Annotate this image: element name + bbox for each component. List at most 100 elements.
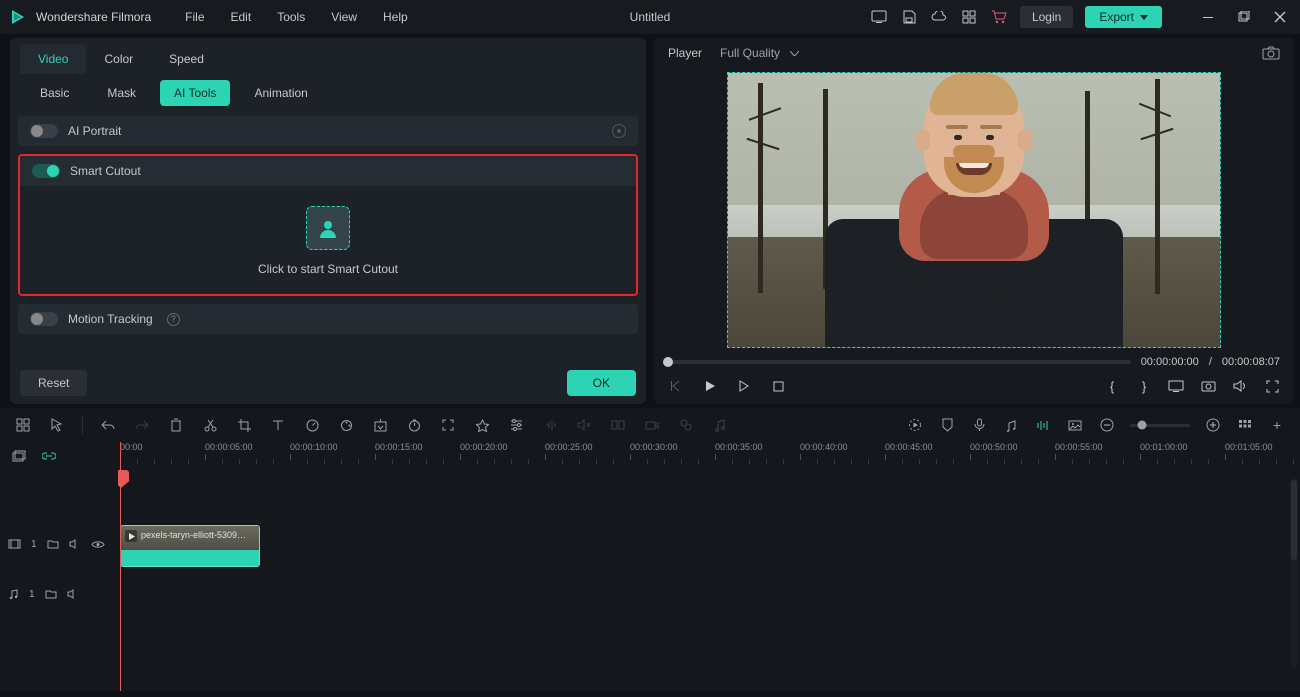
main-row: Video Color Speed Basic Mask AI Tools An… bbox=[0, 34, 1300, 408]
video-track-row[interactable]: pexels-taryn-elliott-5309351 bbox=[118, 518, 1300, 570]
cart-icon[interactable] bbox=[990, 8, 1008, 26]
menu-edit[interactable]: Edit bbox=[219, 6, 264, 28]
link-icon[interactable] bbox=[40, 447, 58, 465]
display-out-icon[interactable] bbox=[1168, 378, 1184, 394]
next-frame-button[interactable] bbox=[736, 378, 752, 394]
eye-icon[interactable] bbox=[91, 540, 105, 549]
smart-cutout-highlight: Smart Cutout Click to start Smart Cutout bbox=[18, 154, 638, 296]
crop-icon[interactable] bbox=[235, 416, 253, 434]
voiceover-icon[interactable] bbox=[970, 416, 988, 434]
smart-cutout-toggle[interactable] bbox=[32, 164, 60, 178]
subtab-animation[interactable]: Animation bbox=[240, 80, 321, 106]
chevron-down-icon bbox=[1140, 15, 1148, 20]
section-smart-cutout: Smart Cutout bbox=[20, 156, 636, 186]
mute-icon[interactable] bbox=[69, 539, 81, 549]
help-icon[interactable]: ? bbox=[167, 313, 180, 326]
menu-help[interactable]: Help bbox=[371, 6, 420, 28]
save-icon[interactable] bbox=[900, 8, 918, 26]
timeline-ruler[interactable]: 00:0000:00:05:0000:00:10:0000:00:15:0000… bbox=[118, 442, 1300, 470]
preview-canvas[interactable] bbox=[727, 72, 1221, 348]
tab-color[interactable]: Color bbox=[86, 44, 151, 74]
quality-dropdown[interactable]: Full Quality bbox=[720, 46, 799, 60]
adjust-icon[interactable] bbox=[507, 416, 525, 434]
mark-in-icon[interactable]: { bbox=[1104, 378, 1120, 394]
play-icon bbox=[125, 530, 137, 542]
auto-beat-icon[interactable] bbox=[1034, 416, 1052, 434]
folder-icon[interactable] bbox=[45, 589, 57, 599]
tab-video[interactable]: Video bbox=[20, 44, 86, 74]
marker-icon[interactable] bbox=[938, 416, 956, 434]
timeline-vscroll[interactable] bbox=[1290, 478, 1298, 668]
redo-icon[interactable] bbox=[133, 416, 151, 434]
reset-button[interactable]: Reset bbox=[20, 370, 87, 396]
ruler-tick: 00:01:05:00 bbox=[1225, 442, 1273, 460]
zoom-slider[interactable] bbox=[1130, 424, 1190, 427]
duration-icon[interactable] bbox=[405, 416, 423, 434]
minimize-button[interactable] bbox=[1201, 10, 1215, 24]
ai-portrait-reset-icon[interactable] bbox=[612, 124, 626, 138]
display-icon[interactable] bbox=[870, 8, 888, 26]
play-button[interactable] bbox=[702, 378, 718, 394]
color-tool-icon[interactable] bbox=[337, 416, 355, 434]
ruler-tick: 00:00:55:00 bbox=[1055, 442, 1103, 460]
export-button[interactable]: Export bbox=[1085, 6, 1162, 28]
audio-mix-icon bbox=[677, 416, 695, 434]
prev-frame-button[interactable] bbox=[668, 378, 684, 394]
timeline-toolbar-right: + bbox=[906, 416, 1286, 434]
smart-cutout-start-button[interactable] bbox=[306, 206, 350, 250]
timeline-options-icon[interactable] bbox=[1236, 416, 1254, 434]
video-clip[interactable]: pexels-taryn-elliott-5309351 bbox=[120, 525, 260, 567]
ok-button[interactable]: OK bbox=[567, 370, 636, 396]
ruler-tick: 00:00:20:00 bbox=[460, 442, 508, 460]
render-icon[interactable] bbox=[906, 416, 924, 434]
cursor-tool-icon[interactable] bbox=[48, 416, 66, 434]
thumbnail-icon[interactable] bbox=[1066, 416, 1084, 434]
add-track-icon[interactable]: + bbox=[1268, 416, 1286, 434]
subtab-mask[interactable]: Mask bbox=[93, 80, 150, 106]
timeline-track-headers: 1 1 bbox=[0, 442, 118, 691]
folder-icon[interactable] bbox=[47, 539, 59, 549]
menu-view[interactable]: View bbox=[319, 6, 369, 28]
zoom-out-icon[interactable] bbox=[1098, 416, 1116, 434]
text-icon[interactable] bbox=[269, 416, 287, 434]
cloud-icon[interactable] bbox=[930, 8, 948, 26]
tab-speed[interactable]: Speed bbox=[151, 44, 222, 74]
volume-icon[interactable] bbox=[1232, 378, 1248, 394]
maximize-button[interactable] bbox=[1237, 10, 1251, 24]
app-name: Wondershare Filmora bbox=[36, 10, 151, 24]
mute-icon[interactable] bbox=[67, 589, 79, 599]
ai-portrait-toggle[interactable] bbox=[30, 124, 58, 138]
layers-icon[interactable] bbox=[10, 447, 28, 465]
camera-icon[interactable] bbox=[1200, 378, 1216, 394]
subtab-basic[interactable]: Basic bbox=[26, 80, 83, 106]
motion-tracking-toggle[interactable] bbox=[30, 312, 58, 326]
subtab-ai-tools[interactable]: AI Tools bbox=[160, 80, 230, 106]
keyframe-icon[interactable] bbox=[439, 416, 457, 434]
timeline-canvas[interactable]: 00:0000:00:05:0000:00:10:0000:00:15:0000… bbox=[118, 442, 1300, 691]
menu-tools[interactable]: Tools bbox=[265, 6, 317, 28]
select-tool-icon[interactable] bbox=[14, 416, 32, 434]
effects-icon[interactable] bbox=[473, 416, 491, 434]
audio-track-row[interactable] bbox=[118, 570, 1300, 618]
fullscreen-icon[interactable] bbox=[1264, 378, 1280, 394]
greenscreen-icon[interactable] bbox=[371, 416, 389, 434]
close-button[interactable] bbox=[1273, 10, 1287, 24]
snapshot-icon[interactable] bbox=[1262, 46, 1280, 60]
document-title: Untitled bbox=[630, 10, 671, 24]
apps-icon[interactable] bbox=[960, 8, 978, 26]
speed-tool-icon[interactable] bbox=[303, 416, 321, 434]
stop-button[interactable] bbox=[770, 378, 786, 394]
audio-mixer-icon[interactable] bbox=[1002, 416, 1020, 434]
playhead[interactable] bbox=[120, 442, 121, 691]
undo-icon[interactable] bbox=[99, 416, 117, 434]
menubar-right: Login Export bbox=[870, 6, 1292, 28]
login-button[interactable]: Login bbox=[1020, 6, 1073, 28]
zoom-in-icon[interactable] bbox=[1204, 416, 1222, 434]
time-current: 00:00:00:00 bbox=[1141, 356, 1199, 368]
delete-icon[interactable] bbox=[167, 416, 185, 434]
player-label: Player bbox=[668, 46, 702, 60]
menu-file[interactable]: File bbox=[173, 6, 216, 28]
mark-out-icon[interactable]: } bbox=[1136, 378, 1152, 394]
seek-bar[interactable] bbox=[668, 360, 1131, 364]
split-icon[interactable] bbox=[201, 416, 219, 434]
